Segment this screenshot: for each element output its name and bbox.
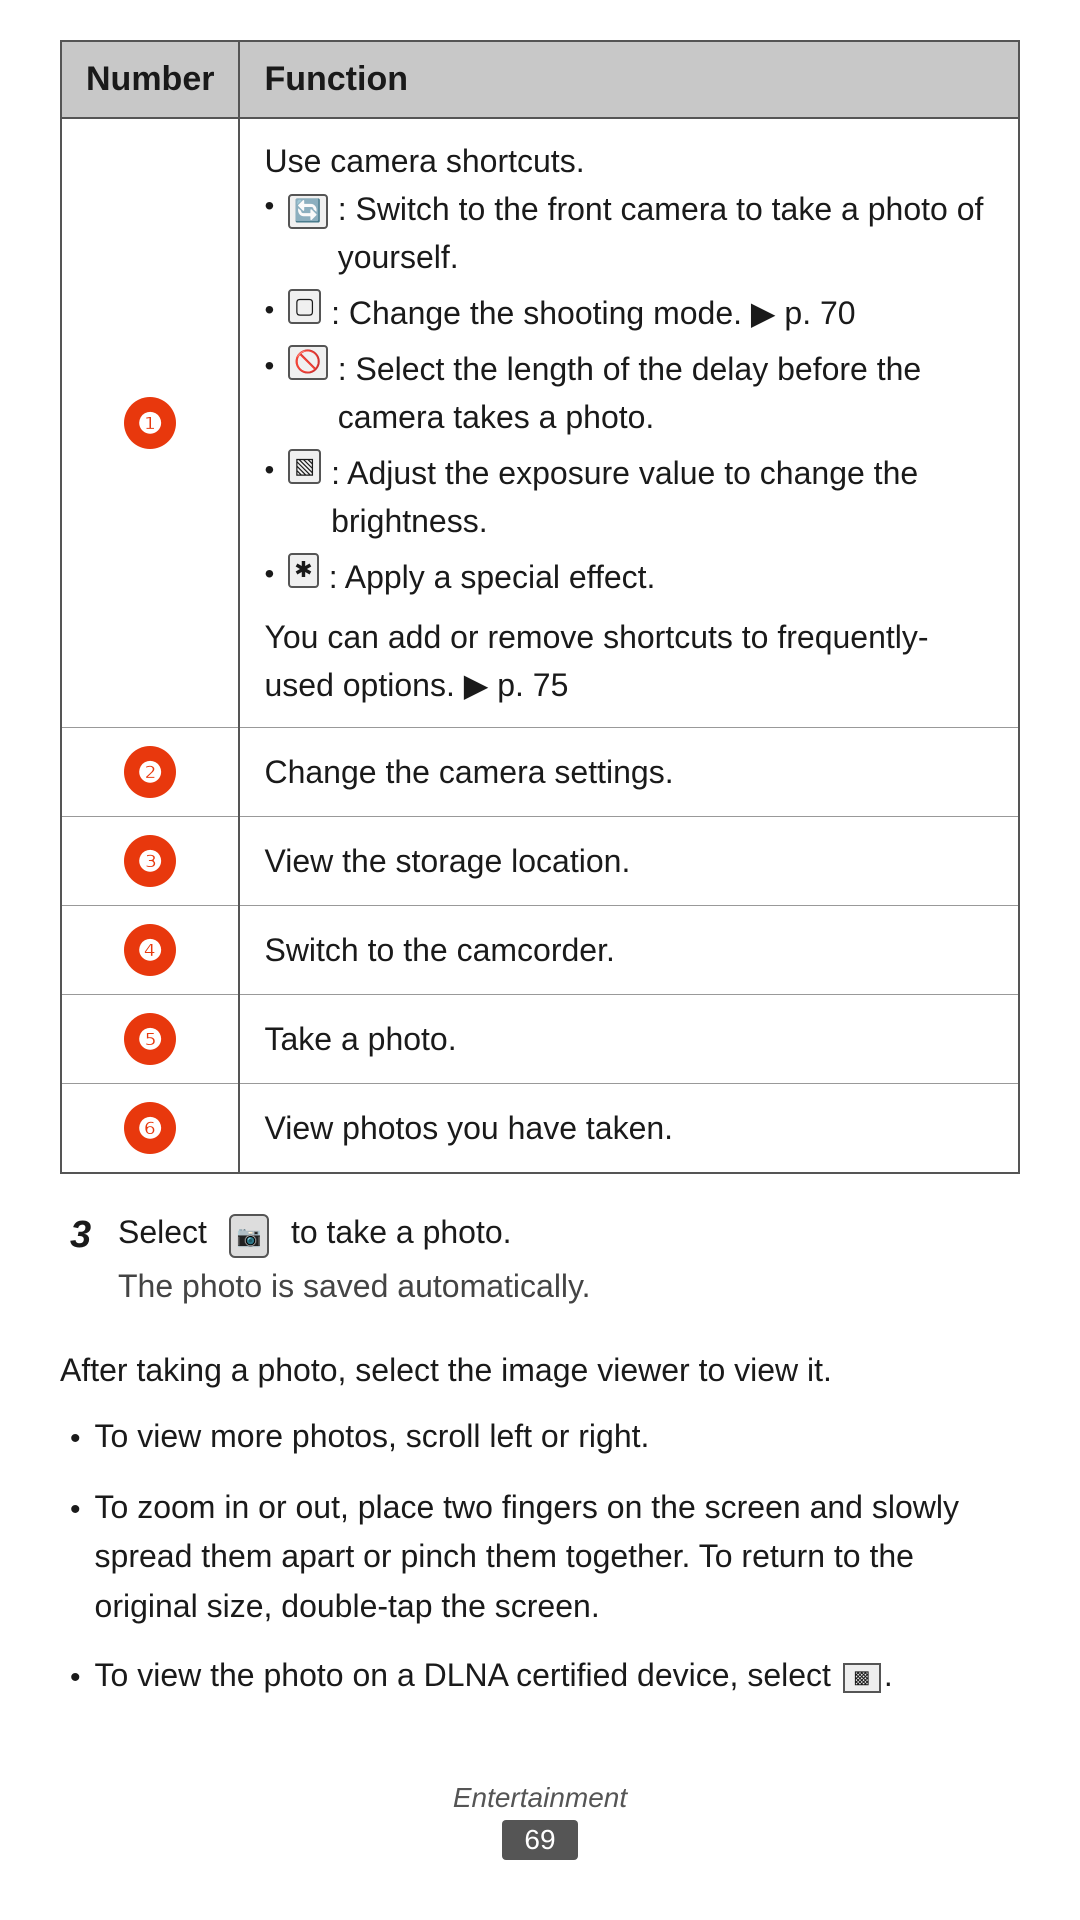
after-bullet-1-text: To view more photos, scroll left or righ… <box>95 1412 1020 1462</box>
row1-intro: Use camera shortcuts. <box>264 137 994 185</box>
bullet-dot-3: • <box>70 1655 81 1702</box>
bullet-item-3: • 🚫 : Select the length of the delay bef… <box>264 345 994 441</box>
bullet-icon-5: ✱ <box>288 553 318 588</box>
after-intro: After taking a photo, select the image v… <box>60 1345 1020 1396</box>
after-bullet-2: • To zoom in or out, place two fingers o… <box>70 1483 1020 1632</box>
footer-label: Entertainment <box>60 1782 1020 1814</box>
row-function-4: Switch to the camcorder. <box>239 906 1019 995</box>
row-function-6: View photos you have taken. <box>239 1084 1019 1174</box>
row-number-4: ❹ <box>61 906 239 995</box>
row-function-2: Change the camera settings. <box>239 728 1019 817</box>
row-number-2: ❷ <box>61 728 239 817</box>
bullet-dot: • <box>264 449 274 491</box>
bullet-item-4: • ▧ : Adjust the exposure value to chang… <box>264 449 994 545</box>
bullet-item-5: • ✱ : Apply a special effect. <box>264 553 994 601</box>
step-3-line: 3 Select 📷 to take a photo. <box>70 1214 1020 1258</box>
table-row: ❶ Use camera shortcuts. • 🔄 : Switch to … <box>61 118 1019 728</box>
bullet-dot: • <box>264 289 274 331</box>
row-function-1: Use camera shortcuts. • 🔄 : Switch to th… <box>239 118 1019 728</box>
column-header-number: Number <box>61 41 239 118</box>
step-3-container: 3 Select 📷 to take a photo. The photo is… <box>60 1214 1020 1305</box>
after-section: After taking a photo, select the image v… <box>60 1345 1020 1702</box>
after-bullet-3-text: To view the photo on a DLNA certified de… <box>95 1651 1020 1701</box>
table-row: ❻ View photos you have taken. <box>61 1084 1019 1174</box>
row1-note: You can add or remove shortcuts to frequ… <box>264 613 994 709</box>
bullet-dot: • <box>264 185 274 227</box>
bullet-dot-1: • <box>70 1416 81 1463</box>
table-row: ❸ View the storage location. <box>61 817 1019 906</box>
camera-shutter-icon: 📷 <box>229 1214 269 1258</box>
column-header-function: Function <box>239 41 1019 118</box>
bullet-icon-4: ▧ <box>288 449 321 484</box>
row-number-5: ❺ <box>61 995 239 1084</box>
bullet-icon-2: ▢ <box>288 289 321 324</box>
step-text-after: to take a photo. <box>291 1214 512 1251</box>
row-function-3: View the storage location. <box>239 817 1019 906</box>
bullet-icon-3: 🚫 <box>288 345 327 380</box>
after-bullet-3: • To view the photo on a DLNA certified … <box>70 1651 1020 1702</box>
bullet-item-2: • ▢ : Change the shooting mode. ▶ p. 70 <box>264 289 994 337</box>
bullet-dot: • <box>264 553 274 595</box>
step-number: 3 <box>70 1214 100 1257</box>
row-number-6: ❻ <box>61 1084 239 1174</box>
row-number-3: ❸ <box>61 817 239 906</box>
step-text-before: Select <box>118 1214 207 1251</box>
bullet-dot: • <box>264 345 274 387</box>
step-3-sub: The photo is saved automatically. <box>118 1268 1020 1305</box>
table-row: ❹ Switch to the camcorder. <box>61 906 1019 995</box>
row1-bullets: • 🔄 : Switch to the front camera to take… <box>264 185 994 601</box>
after-bullet-1: • To view more photos, scroll left or ri… <box>70 1412 1020 1463</box>
after-bullets: • To view more photos, scroll left or ri… <box>70 1412 1020 1702</box>
row-number-1: ❶ <box>61 118 239 728</box>
after-bullet-2-text: To zoom in or out, place two fingers on … <box>95 1483 1020 1632</box>
bullet-icon-1: 🔄 <box>286 185 329 233</box>
bullet-item-1: • 🔄 : Switch to the front camera to take… <box>264 185 994 281</box>
table-row: ❷ Change the camera settings. <box>61 728 1019 817</box>
table-row: ❺ Take a photo. <box>61 995 1019 1084</box>
footer: Entertainment 69 <box>60 1782 1020 1860</box>
bullet-dot-2: • <box>70 1487 81 1534</box>
row-function-5: Take a photo. <box>239 995 1019 1084</box>
footer-page: 69 <box>502 1820 577 1860</box>
main-table: Number Function ❶ Use camera shortcuts. … <box>60 40 1020 1174</box>
dlna-icon: ▩ <box>843 1663 881 1693</box>
